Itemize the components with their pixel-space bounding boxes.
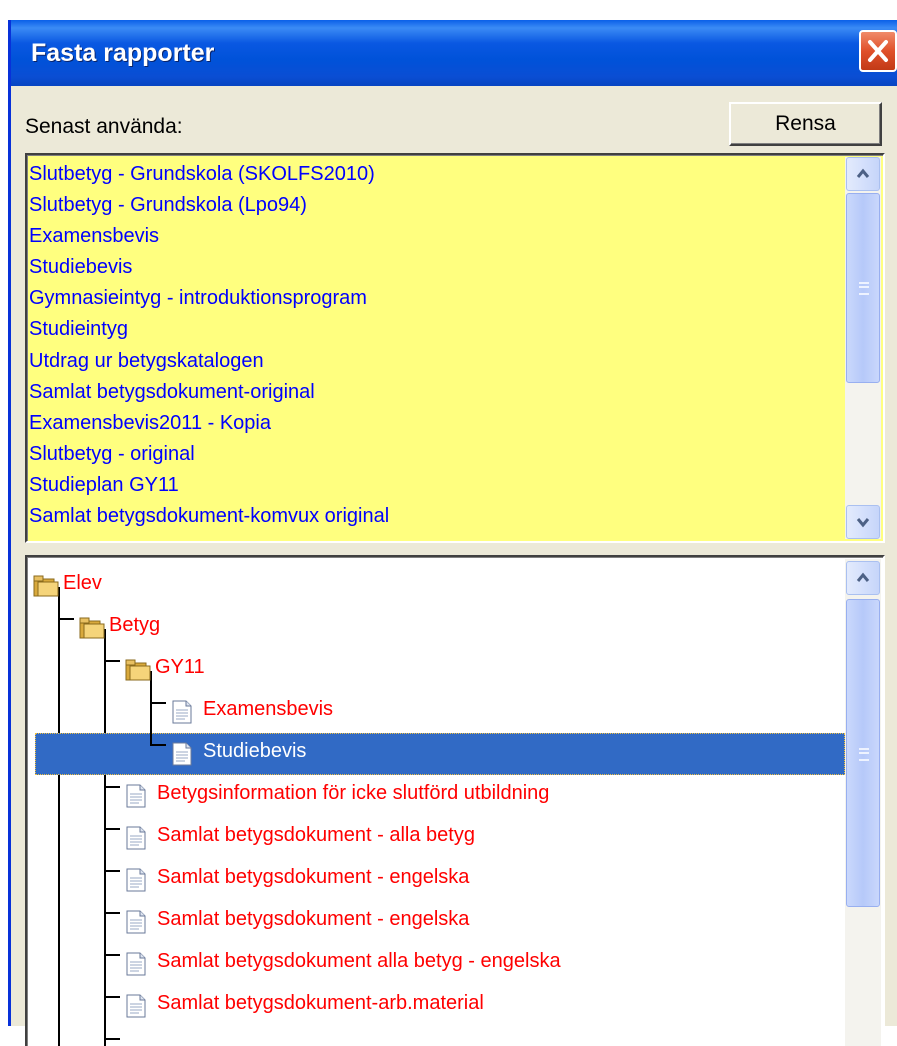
report-dialog: Fasta rapporter Senast använda: Rensa Sl… (8, 20, 897, 1046)
tree-node-label: Samlat betygsdokument - engelska (157, 866, 470, 888)
list-item[interactable]: Slutbetyg - Grundskola (SKOLFS2010) (29, 159, 883, 190)
tree-node-gy11[interactable]: GY11 (27, 649, 847, 691)
tree-node-examensbevis[interactable]: Examensbevis (27, 691, 847, 733)
title-bar[interactable]: Fasta rapporter (11, 20, 897, 86)
tree-node-label: Samlat betygsdokument - engelska (157, 908, 470, 930)
window-title: Fasta rapporter (31, 39, 215, 67)
tree-node-label: Betyg (109, 614, 161, 636)
tree-node-samlat-alla[interactable]: Samlat betygsdokument - alla betyg (27, 817, 847, 859)
list-item[interactable]: Utdrag ur betygskatalogen (29, 346, 883, 377)
grip-icon (859, 282, 869, 295)
tree-node-samlat-engelska-2[interactable]: Samlat betygsdokument - engelska (27, 901, 847, 943)
scroll-thumb[interactable] (846, 193, 880, 383)
list-item[interactable]: Slutbetyg - original (29, 439, 883, 470)
tree-line (150, 744, 166, 746)
scroll-up-button[interactable] (846, 157, 880, 191)
tree-scrollbar[interactable] (845, 559, 881, 1046)
tree-node-label: Betygsinformation för icke slutförd utbi… (157, 782, 550, 804)
clear-button[interactable]: Rensa (729, 102, 882, 146)
list-item[interactable]: Examensbevis (29, 221, 883, 252)
tree-node-label: Examensbevis (203, 698, 334, 720)
close-button[interactable] (859, 30, 897, 72)
document-icon (126, 994, 146, 1018)
list-item[interactable]: Examensbevis2011 - Kopia (29, 408, 883, 439)
chevron-down-icon (856, 518, 870, 528)
report-tree[interactable]: Elev Betyg GY11 Examensbevis Studiebevis… (25, 555, 885, 1046)
grip-icon (859, 748, 869, 761)
folder-icon (33, 575, 59, 597)
tree-node-samlat-alla-engelska[interactable]: Samlat betygsdokument alla betyg - engel… (27, 943, 847, 985)
recent-reports-list[interactable]: Slutbetyg - Grundskola (SKOLFS2010) Slut… (25, 153, 885, 543)
tree-node-studiebevis[interactable]: Studiebevis (35, 733, 845, 775)
chevron-up-icon (856, 572, 870, 582)
list-item[interactable]: Samlat betygsdokument-original (29, 377, 883, 408)
tree-node-label: GY11 (155, 656, 205, 678)
list-item[interactable]: Gymnasieintyg - introduktionsprogram (29, 283, 883, 314)
list-item[interactable]: Samlat betygsdokument-komvux original (29, 501, 883, 532)
document-icon (126, 952, 146, 976)
folder-icon (125, 659, 151, 681)
tree-node-label: Samlat betygsdokument - alla betyg (157, 824, 475, 846)
tree-node-betygsinformation[interactable]: Betygsinformation för icke slutförd utbi… (27, 775, 847, 817)
tree-node-elev[interactable]: Elev (27, 565, 847, 607)
recent-scrollbar[interactable] (845, 157, 881, 539)
recent-label: Senast använda: (25, 115, 183, 138)
scroll-thumb[interactable] (846, 599, 880, 907)
document-icon (126, 910, 146, 934)
tree-node-label: Samlat betygsdokument-arb.material (157, 992, 484, 1014)
tree-node-samlat-arb-material[interactable]: Samlat betygsdokument-arb.material (27, 985, 847, 1027)
tree-node-label: Studiebevis (203, 740, 307, 762)
list-item[interactable]: Studieplan GY11 (29, 470, 883, 501)
document-icon (126, 784, 146, 808)
tree-node-samlat-engelska[interactable]: Samlat betygsdokument - engelska (27, 859, 847, 901)
list-item[interactable]: Studieintyg (29, 314, 883, 345)
tree-node-label: Elev (63, 572, 102, 594)
list-item[interactable]: Slutbetyg - Grundskola (Lpo94) (29, 190, 883, 221)
tree-node-betyg[interactable]: Betyg (27, 607, 847, 649)
document-icon (126, 868, 146, 892)
folder-icon (79, 617, 105, 639)
scroll-down-button[interactable] (846, 505, 880, 539)
list-item[interactable]: Studiebevis (29, 252, 883, 283)
tree-line (104, 1038, 120, 1040)
document-icon (172, 742, 192, 766)
scroll-up-button[interactable] (846, 561, 880, 595)
chevron-up-icon (856, 168, 870, 178)
close-icon (868, 40, 888, 62)
document-icon (126, 826, 146, 850)
document-icon (172, 700, 192, 724)
tree-node-label: Samlat betygsdokument alla betyg - engel… (157, 950, 561, 972)
